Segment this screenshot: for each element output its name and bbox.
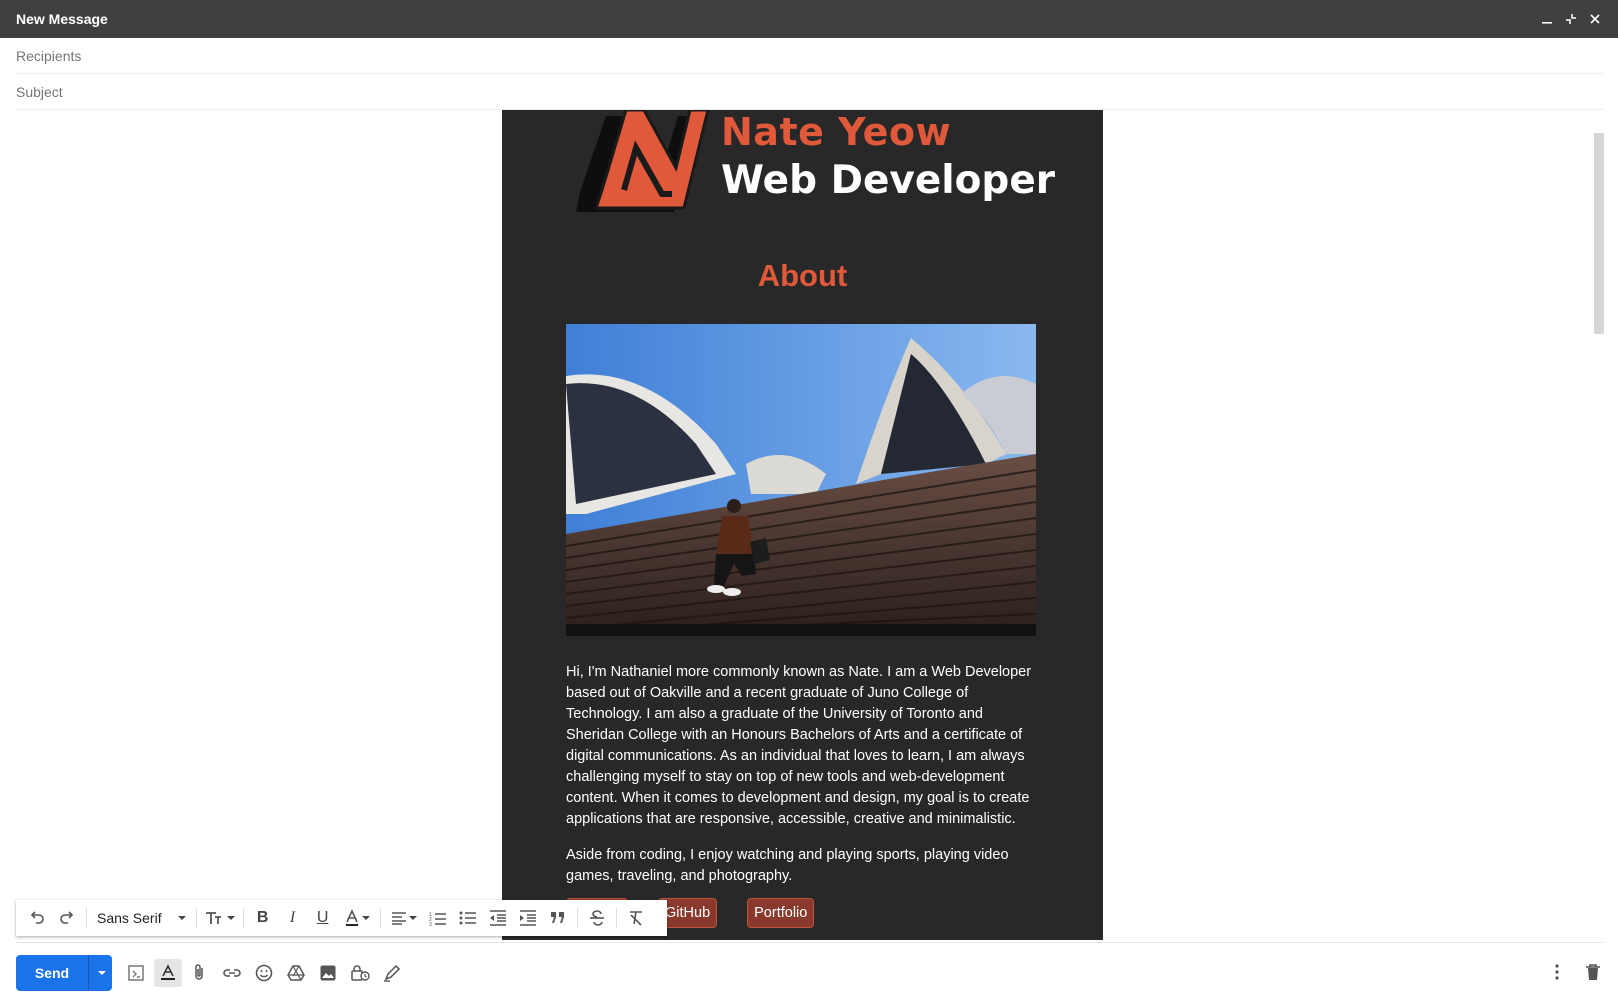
remove-formatting-icon[interactable] <box>621 903 651 933</box>
link-icon[interactable] <box>218 959 246 987</box>
close-icon[interactable] <box>1588 12 1602 26</box>
logo-role: Web Developer <box>721 158 1056 203</box>
more-options-icon[interactable] <box>1546 958 1568 986</box>
emoji-icon[interactable] <box>250 959 278 987</box>
formatting-toolbar: Sans Serif B I U 123 <box>16 900 667 936</box>
font-family-value: Sans Serif <box>97 910 162 926</box>
subject-row <box>16 74 1604 110</box>
window-controls <box>1540 12 1602 26</box>
toolbar-separator <box>615 908 617 928</box>
undo-icon[interactable] <box>22 903 52 933</box>
chevron-down-icon <box>361 916 370 920</box>
align-icon[interactable] <box>385 903 423 933</box>
portfolio-link[interactable]: Portfolio <box>747 898 815 928</box>
chevron-down-icon <box>226 916 235 920</box>
minimize-icon[interactable] <box>1540 12 1554 26</box>
font-size-icon[interactable] <box>201 903 239 933</box>
text-color-icon[interactable] <box>338 903 376 933</box>
toolbar-separator <box>379 908 381 928</box>
chevron-down-icon <box>177 916 186 920</box>
logo-name: Nate Yeow <box>721 110 952 154</box>
italic-icon[interactable]: I <box>278 903 308 933</box>
bio-text: Hi, I'm Nathaniel more commonly known as… <box>566 662 1036 902</box>
numbered-list-icon[interactable]: 123 <box>423 903 453 933</box>
strikethrough-icon[interactable] <box>582 903 612 933</box>
underline-icon[interactable]: U <box>308 903 338 933</box>
toolbar-separator <box>86 908 87 928</box>
send-options-button[interactable] <box>88 955 112 991</box>
svg-text:3: 3 <box>429 922 432 926</box>
scrollbar-thumb[interactable] <box>1594 133 1604 334</box>
bio-paragraph: Aside from coding, I enjoy watching and … <box>566 847 1009 884</box>
message-body[interactable]: Nate Yeow Web Developer About Hi, I'm Na… <box>16 110 1604 940</box>
toolbar-separator <box>242 908 244 928</box>
bulleted-list-icon[interactable] <box>453 903 483 933</box>
toolbar-separator <box>576 908 578 928</box>
font-family-select[interactable]: Sans Serif <box>91 903 192 933</box>
logo: Nate Yeow Web Developer <box>566 110 1055 220</box>
compose-bottom-bar: Send <box>0 950 1618 996</box>
profile-photo <box>566 324 1036 636</box>
drive-icon[interactable] <box>282 959 310 987</box>
exit-fullscreen-icon[interactable] <box>1564 12 1578 26</box>
recipients-row <box>16 38 1604 74</box>
indent-more-icon[interactable] <box>513 903 543 933</box>
photo-icon[interactable] <box>314 959 342 987</box>
window-title: New Message <box>16 11 108 27</box>
section-heading: About <box>757 258 848 293</box>
bold-icon[interactable]: B <box>248 903 278 933</box>
attach-icon[interactable] <box>186 959 214 987</box>
recipients-input[interactable] <box>16 47 1604 64</box>
send-button-group: Send <box>16 955 112 991</box>
compose-right-tools <box>1546 958 1604 986</box>
chevron-down-icon <box>97 971 106 975</box>
compose-window: New Message Na <box>0 0 1618 1001</box>
indent-less-icon[interactable] <box>483 903 513 933</box>
compose-title-bar[interactable]: New Message <box>0 0 1618 38</box>
signature-icon[interactable] <box>378 959 406 987</box>
discard-draft-icon[interactable] <box>1582 958 1604 986</box>
redo-icon[interactable] <box>52 903 82 933</box>
chevron-down-icon <box>408 916 417 920</box>
bio-paragraph: Hi, I'm Nathaniel more commonly known as… <box>566 664 1032 827</box>
confidential-mode-icon[interactable] <box>346 959 374 987</box>
compose-tools <box>122 959 406 987</box>
quote-icon[interactable] <box>543 903 573 933</box>
bottom-divider <box>16 942 1604 943</box>
formatting-options-icon[interactable] <box>122 959 150 987</box>
send-button[interactable]: Send <box>16 955 88 991</box>
toolbar-separator <box>195 908 197 928</box>
logo-mark-icon <box>576 110 710 212</box>
text-format-icon[interactable] <box>154 959 182 987</box>
newsletter-card: Nate Yeow Web Developer About Hi, I'm Na… <box>502 110 1103 940</box>
subject-input[interactable] <box>16 83 1604 100</box>
